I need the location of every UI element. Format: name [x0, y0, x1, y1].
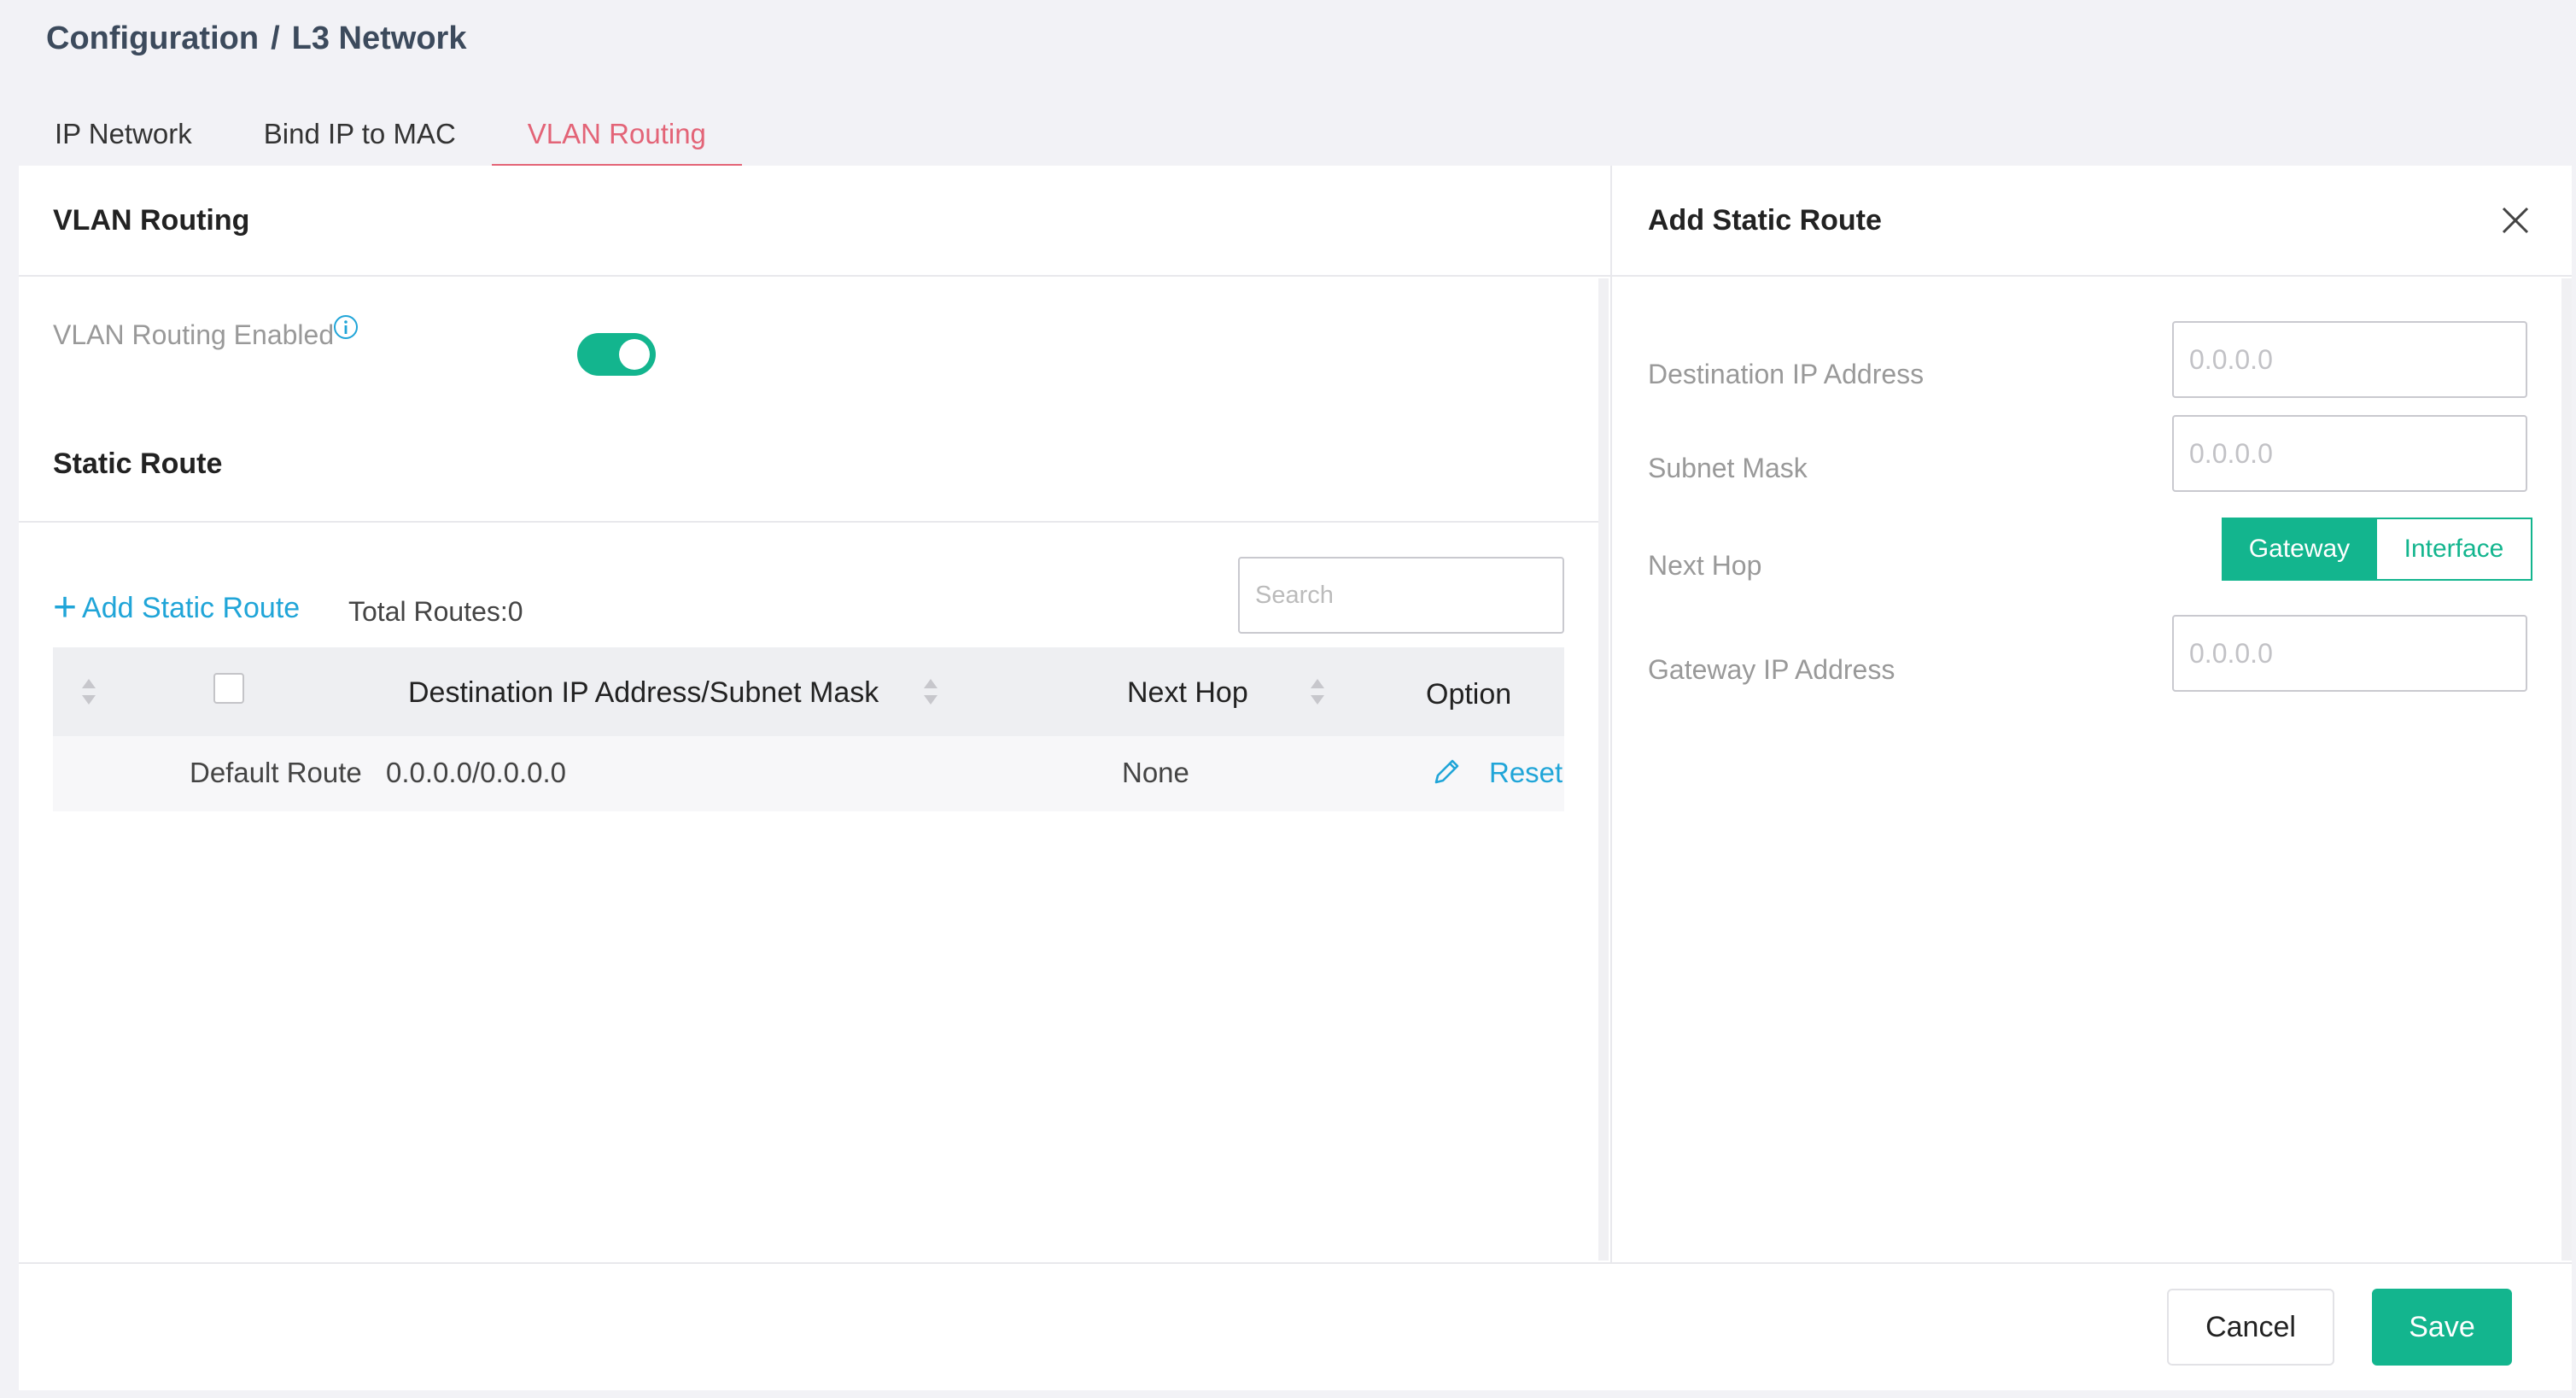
static-route-title: Static Route [53, 447, 223, 480]
tab-ip-network[interactable]: IP Network [19, 101, 228, 167]
breadcrumb: Configuration / L3 Network [46, 20, 466, 57]
tab-vlan-routing[interactable]: VLAN Routing [491, 101, 743, 167]
subnet-mask-input[interactable] [2172, 415, 2527, 492]
vlan-routing-enabled-label: VLAN Routing Enabled [53, 319, 335, 350]
route-next-hop: None [1122, 757, 1189, 788]
edit-icon[interactable] [1429, 755, 1463, 789]
add-static-route-label: Add Static Route [82, 591, 301, 624]
route-name: Default Route [190, 757, 362, 788]
breadcrumb-separator: / [271, 20, 280, 56]
column-next-hop[interactable]: Next Hop [1127, 676, 1248, 710]
info-icon[interactable] [333, 314, 359, 340]
destination-ip-label: Destination IP Address [1648, 359, 1925, 389]
cancel-button[interactable]: Cancel [2167, 1289, 2334, 1366]
drawer-title: Add Static Route [1612, 166, 2572, 277]
static-route-table: Destination IP Address/Subnet Mask Next … [53, 647, 1564, 811]
next-hop-label: Next Hop [1648, 550, 1762, 581]
close-icon[interactable] [2498, 203, 2532, 237]
vlan-routing-toggle[interactable] [577, 333, 656, 376]
column-destination[interactable]: Destination IP Address/Subnet Mask [408, 676, 879, 710]
breadcrumb-current: L3 Network [291, 20, 467, 56]
reset-link[interactable]: Reset [1489, 757, 1563, 789]
table-header: Destination IP Address/Subnet Mask Next … [53, 647, 1564, 736]
save-button[interactable]: Save [2372, 1289, 2512, 1366]
tab-bar: IP Network Bind IP to MAC VLAN Routing [19, 101, 743, 167]
column-option: Option [1426, 678, 1512, 711]
toggle-knob [619, 339, 650, 370]
select-all-checkbox[interactable] [213, 673, 244, 704]
subnet-mask-label: Subnet Mask [1648, 453, 1808, 483]
plus-icon: + [53, 585, 78, 630]
sort-icon[interactable] [922, 677, 939, 706]
vlan-routing-panel: VLAN Routing VLAN Routing Enabled Static… [19, 166, 1610, 1262]
gateway-ip-label: Gateway IP Address [1648, 654, 1895, 685]
search-input[interactable] [1238, 557, 1564, 634]
total-routes: Total Routes:0 [348, 596, 523, 627]
next-hop-interface-button[interactable]: Interface [2377, 518, 2532, 581]
sort-icon[interactable] [1309, 677, 1326, 706]
next-hop-gateway-button[interactable]: Gateway [2222, 518, 2377, 581]
add-static-route-button[interactable]: + Add Static Route [53, 588, 300, 629]
sort-icon[interactable] [80, 677, 97, 706]
add-static-route-panel: Add Static Route Destination IP Address … [1610, 166, 2572, 1262]
breadcrumb-root[interactable]: Configuration [46, 20, 259, 57]
route-destination: 0.0.0.0/0.0.0.0 [386, 757, 567, 788]
tab-bind-ip-to-mac[interactable]: Bind IP to MAC [228, 101, 492, 167]
scrollbar[interactable] [1598, 278, 1609, 1261]
table-row: Default Route 0.0.0.0/0.0.0.0 None Reset [53, 736, 1564, 811]
gateway-ip-input[interactable] [2172, 615, 2527, 692]
destination-ip-input[interactable] [2172, 321, 2527, 398]
scrollbar[interactable] [2561, 278, 2572, 1261]
divider [19, 521, 1598, 523]
next-hop-segmented-control: Gateway Interface [2222, 518, 2532, 581]
panel-title: VLAN Routing [19, 166, 1610, 277]
content-card: VLAN Routing VLAN Routing Enabled Static… [19, 166, 2572, 1390]
